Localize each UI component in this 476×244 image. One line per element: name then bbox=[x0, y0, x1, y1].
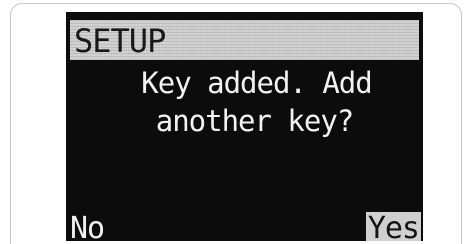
yes-softkey[interactable]: Yes bbox=[365, 212, 421, 241]
prompt-line-2: another key? bbox=[155, 104, 355, 138]
prompt-line-1: Key added. Add bbox=[141, 66, 372, 100]
prompt-message: Key added. Add another key? bbox=[66, 64, 423, 140]
lcd-screen: SETUP Key added. Add another key? No Yes bbox=[66, 12, 423, 241]
screen-title: SETUP bbox=[74, 22, 166, 60]
no-softkey[interactable]: No bbox=[70, 212, 105, 242]
title-bar: SETUP bbox=[70, 20, 419, 60]
